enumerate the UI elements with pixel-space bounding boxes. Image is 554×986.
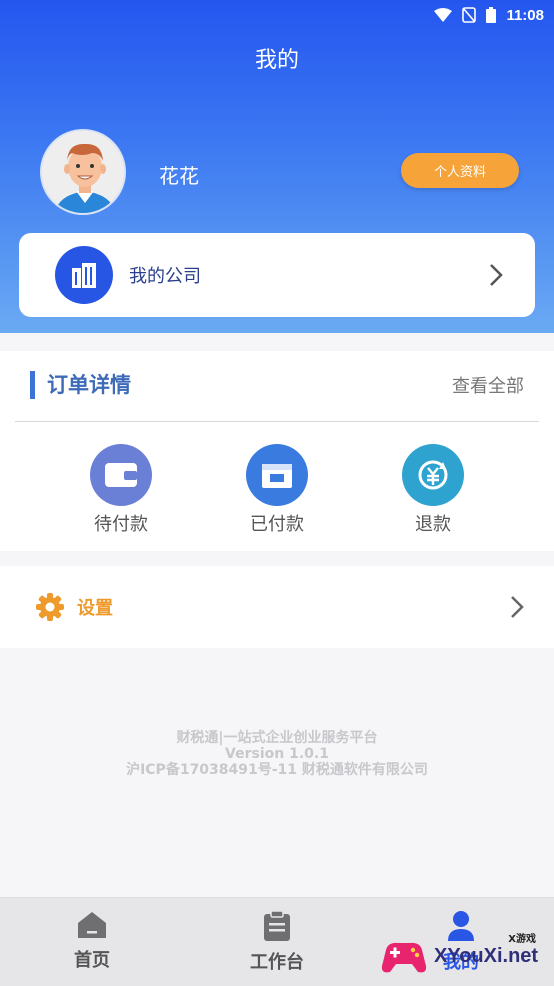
username: 花花	[159, 164, 199, 188]
divider	[15, 421, 539, 422]
order-label: 已付款	[250, 514, 304, 535]
orders-section: 订单详情 查看全部 待付款 已付款 退款	[0, 351, 554, 551]
footer-icp: 沪ICP备17038491号-11 财税通软件有限公司	[126, 762, 428, 778]
footer-version: Version 1.0.1	[225, 746, 329, 762]
building-icon	[55, 246, 113, 304]
profile-header: 11:08 我的 花花 个人资料 我的公司	[0, 0, 554, 333]
wallet-icon	[90, 444, 152, 506]
watermark-small: X游戏	[508, 934, 536, 945]
settings-label: 设置	[77, 598, 113, 619]
orders-title: 订单详情	[47, 373, 131, 397]
order-paid[interactable]: 已付款	[222, 444, 332, 536]
gamepad-logo-icon	[381, 942, 427, 973]
chevron-right-icon	[510, 595, 524, 623]
home-icon	[78, 912, 106, 938]
footer-slogan: 财税通|一站式企业创业服务平台	[176, 730, 378, 746]
battery-icon	[486, 7, 497, 23]
wifi-icon	[434, 8, 453, 22]
order-refund[interactable]: 退款	[378, 444, 488, 536]
tab-home[interactable]: 首页	[37, 910, 147, 972]
company-label: 我的公司	[129, 266, 201, 287]
tab-label: 首页	[74, 950, 110, 971]
order-pending-payment[interactable]: 待付款	[66, 444, 176, 536]
tab-workbench[interactable]: 工作台	[222, 910, 332, 974]
refund-icon	[402, 444, 464, 506]
order-label: 退款	[415, 514, 451, 535]
order-label: 待付款	[94, 514, 148, 535]
view-all-link[interactable]: 查看全部	[452, 372, 524, 398]
section-accent-bar	[30, 371, 35, 399]
status-time: 11:08	[506, 6, 544, 24]
watermark-text: XYouXi.net	[434, 944, 539, 967]
package-icon	[246, 444, 308, 506]
profile-button[interactable]: 个人资料	[401, 153, 519, 188]
gear-icon	[35, 592, 65, 622]
chevron-right-icon	[489, 263, 503, 291]
watermark: XYouXi.net X游戏	[380, 928, 550, 984]
avatar[interactable]	[40, 129, 126, 215]
settings-row[interactable]: 设置	[0, 566, 554, 648]
avatar-illustration	[42, 131, 124, 213]
orders-header: 订单详情 查看全部	[0, 351, 554, 421]
page-title: 我的	[254, 48, 299, 73]
status-bar: 11:08	[0, 0, 554, 30]
tab-label: 工作台	[250, 952, 304, 973]
clipboard-icon	[264, 910, 290, 941]
company-card[interactable]: 我的公司	[19, 233, 535, 317]
no-signal-icon	[462, 7, 477, 23]
